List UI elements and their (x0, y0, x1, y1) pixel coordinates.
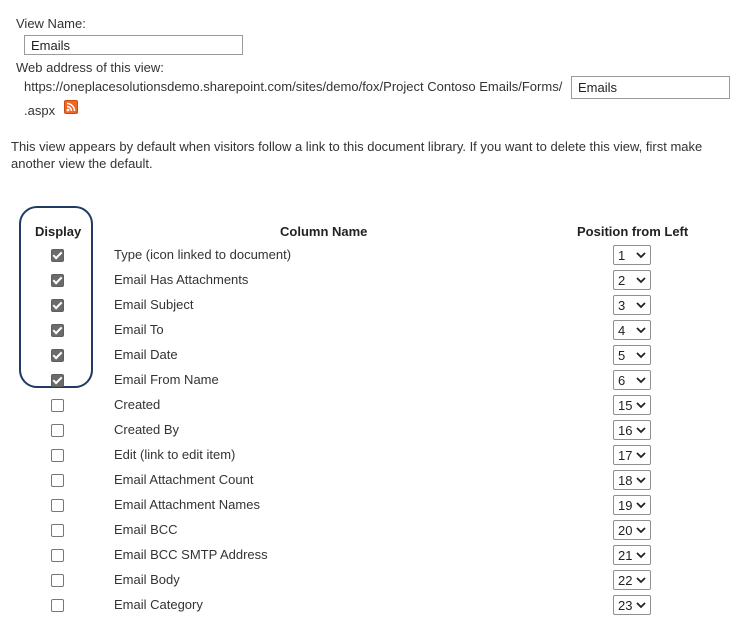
position-select[interactable]: 3 (613, 295, 651, 315)
position-from-left-header: Position from Left (577, 224, 689, 239)
chevron-down-icon (636, 349, 646, 364)
chevron-down-icon (636, 249, 646, 264)
chevron-down-icon (636, 374, 646, 389)
position-value: 3 (618, 298, 626, 313)
display-checkbox[interactable] (51, 524, 64, 537)
display-checkbox[interactable] (51, 424, 64, 437)
column-name: Created (114, 397, 161, 412)
position-select[interactable]: 20 (613, 520, 651, 540)
display-checkbox[interactable] (51, 574, 64, 587)
chevron-down-icon (636, 274, 646, 289)
position-value: 22 (618, 573, 633, 588)
chevron-down-icon (636, 399, 646, 414)
position-value: 15 (618, 398, 633, 413)
web-address-input[interactable] (571, 76, 730, 99)
position-value: 5 (618, 348, 626, 363)
position-select[interactable]: 4 (613, 320, 651, 340)
position-select[interactable]: 19 (613, 495, 651, 515)
position-value: 16 (618, 423, 633, 438)
column-name: Email Attachment Count (114, 472, 254, 487)
chevron-down-icon (636, 524, 646, 539)
position-value: 4 (618, 323, 626, 338)
position-value: 18 (618, 473, 633, 488)
position-select[interactable]: 17 (613, 445, 651, 465)
chevron-down-icon (636, 574, 646, 589)
display-checkbox[interactable] (51, 599, 64, 612)
display-checkbox[interactable] (51, 399, 64, 412)
column-name: Created By (114, 422, 180, 437)
chevron-down-icon (636, 499, 646, 514)
display-checkbox[interactable] (51, 249, 64, 262)
position-select[interactable]: 22 (613, 570, 651, 590)
chevron-down-icon (636, 599, 646, 614)
column-name: Email Attachment Names (114, 497, 260, 512)
column-name: Email BCC (114, 522, 178, 537)
column-name: Email BCC SMTP Address (114, 547, 268, 562)
default-view-description: This view appears by default when visito… (11, 139, 703, 171)
chevron-down-icon (636, 549, 646, 564)
column-name: Email From Name (114, 372, 219, 387)
position-select[interactable]: 21 (613, 545, 651, 565)
chevron-down-icon (636, 474, 646, 489)
column-name-header: Column Name (280, 224, 368, 239)
display-checkbox[interactable] (51, 474, 64, 487)
position-select[interactable]: 18 (613, 470, 651, 490)
web-address-label: Web address of this view: (16, 60, 164, 75)
position-select[interactable]: 23 (613, 595, 651, 615)
column-name: Type (icon linked to document) (114, 247, 292, 262)
display-checkbox[interactable] (51, 374, 64, 387)
chevron-down-icon (636, 299, 646, 314)
column-name: Email Body (114, 572, 180, 587)
position-select[interactable]: 2 (613, 270, 651, 290)
position-select[interactable]: 6 (613, 370, 651, 390)
chevron-down-icon (636, 424, 646, 439)
display-checkbox[interactable] (51, 324, 64, 337)
position-value: 2 (618, 273, 626, 288)
position-select[interactable]: 16 (613, 420, 651, 440)
column-name: Edit (link to edit item) (114, 447, 236, 462)
display-checkbox[interactable] (51, 449, 64, 462)
view-name-label: View Name: (16, 16, 86, 31)
column-name: Email Subject (114, 297, 194, 312)
position-value: 19 (618, 498, 633, 513)
position-value: 6 (618, 373, 626, 388)
chevron-down-icon (636, 324, 646, 339)
web-address-url-prefix: https://oneplacesolutionsdemo.sharepoint… (24, 79, 563, 94)
display-checkbox[interactable] (51, 299, 64, 312)
display-checkbox[interactable] (51, 349, 64, 362)
position-value: 23 (618, 598, 633, 613)
view-name-input[interactable] (24, 35, 243, 55)
position-value: 21 (618, 548, 633, 563)
position-select[interactable]: 1 (613, 245, 651, 265)
display-checkbox[interactable] (51, 274, 64, 287)
position-value: 1 (618, 248, 626, 263)
web-address-suffix: .aspx (24, 103, 56, 118)
rss-feed-icon[interactable] (64, 100, 78, 114)
position-select[interactable]: 15 (613, 395, 651, 415)
column-name: Email To (114, 322, 164, 337)
display-checkbox[interactable] (51, 549, 64, 562)
position-select[interactable]: 5 (613, 345, 651, 365)
column-name: Email Has Attachments (114, 272, 249, 287)
position-value: 20 (618, 523, 633, 538)
chevron-down-icon (636, 449, 646, 464)
column-name: Email Category (114, 597, 203, 612)
column-name: Email Date (114, 347, 178, 362)
position-value: 17 (618, 448, 633, 463)
display-checkbox[interactable] (51, 499, 64, 512)
